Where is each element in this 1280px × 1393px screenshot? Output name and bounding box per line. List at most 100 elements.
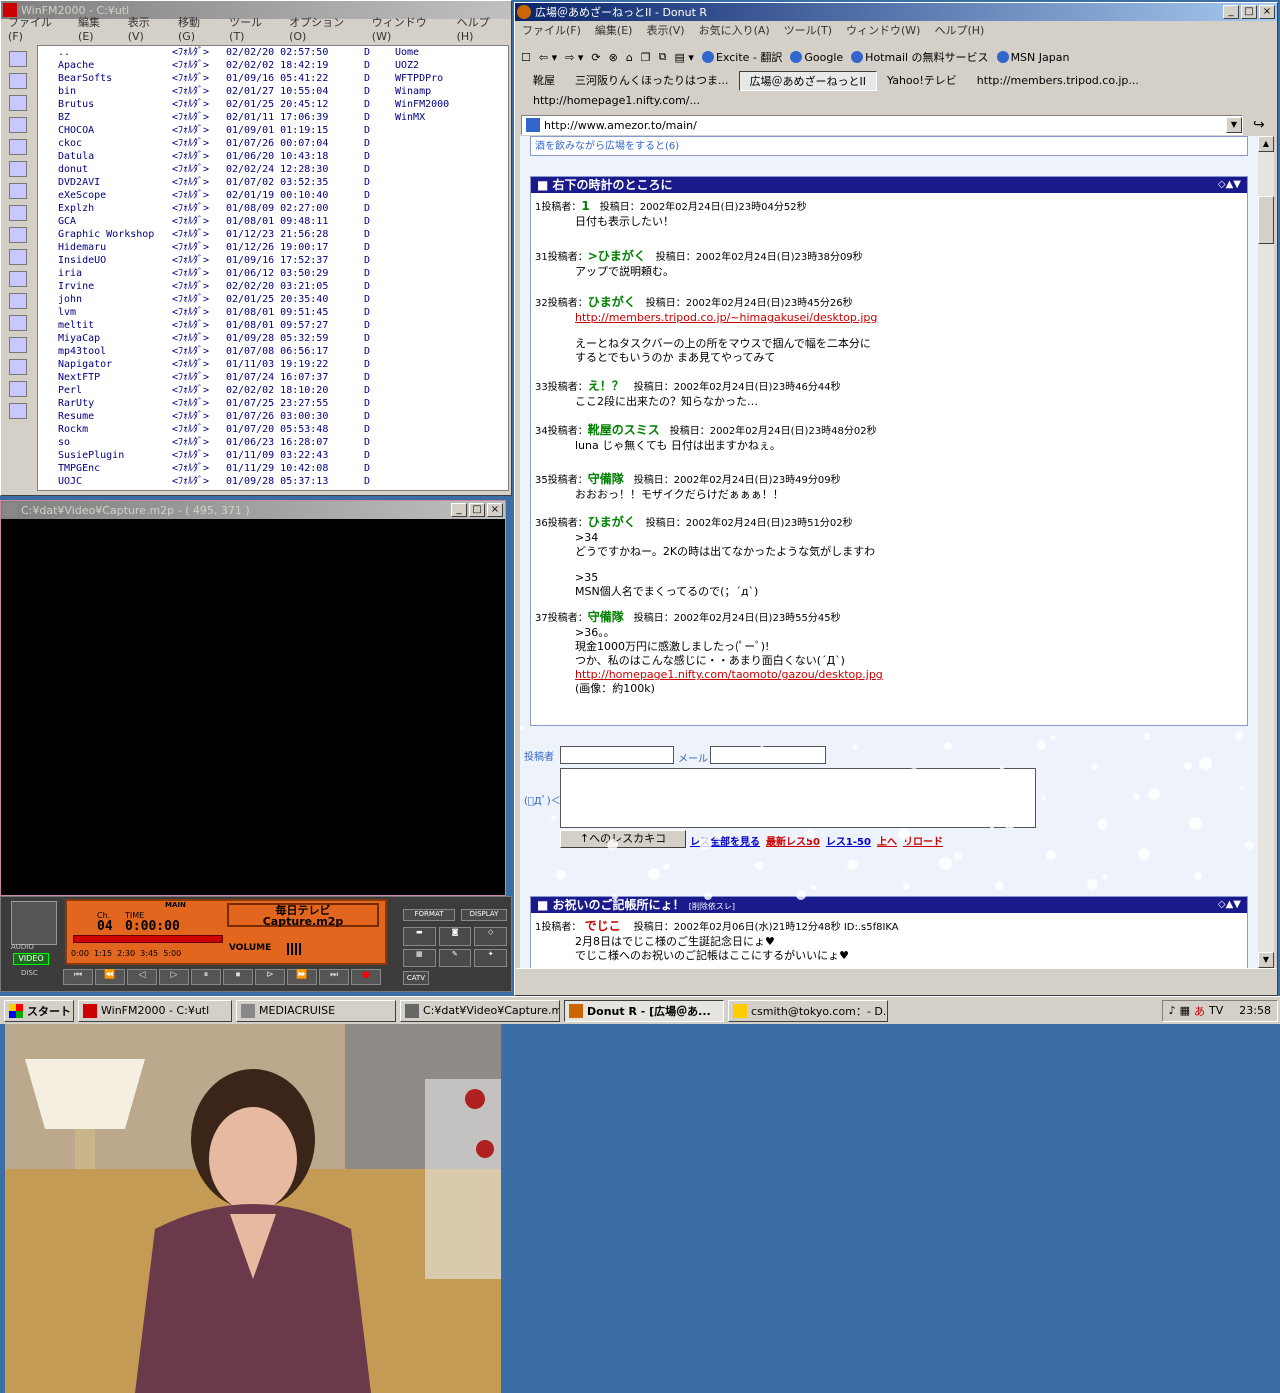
address-bar[interactable]: http://www.amezor.to/main/ ▼ <box>521 115 1243 135</box>
transport-button[interactable]: ● <box>351 969 381 985</box>
file-row[interactable]: Napigator <ﾌｫﾙﾀﾞ> 01/11/03 19:19:22 D <box>38 358 508 371</box>
file-name-col2[interactable]: WFTPDPro <box>395 72 449 85</box>
link-button[interactable]: MSN Japan <box>993 46 1074 68</box>
menu-item[interactable]: オプション(O) <box>282 14 365 43</box>
tool-icon[interactable] <box>9 315 27 331</box>
post-link-text[interactable]: http://homepage1.nifty.com/taomoto/gazou… <box>575 668 883 681</box>
file-row[interactable]: Rockm <ﾌｫﾙﾀﾞ> 01/07/20 05:53:48 D <box>38 423 508 436</box>
file-row[interactable]: meltit <ﾌｫﾙﾀﾞ> 01/08/01 09:57:27 D <box>38 319 508 332</box>
volume-meter[interactable] <box>287 943 301 955</box>
post-link[interactable]: http://homepage1.nifty.com/taomoto/gazou… <box>575 668 883 682</box>
menu-item[interactable]: お気に入り(A) <box>692 22 777 38</box>
maximize-button[interactable]: □ <box>1241 5 1257 19</box>
grid-button[interactable]: ▦ <box>403 948 436 967</box>
fullscreen-button[interactable]: ◇ <box>474 927 507 946</box>
tray-tv[interactable]: TV <box>1209 1004 1223 1017</box>
file-row[interactable]: eXeScope <ﾌｫﾙﾀﾞ> 02/01/19 00:10:40 D <box>38 189 508 202</box>
menu-item[interactable]: ファイル(F) <box>1 14 71 43</box>
settings-button[interactable]: ✦ <box>474 948 507 967</box>
task-button[interactable]: MEDIACRUISE <box>236 999 396 1022</box>
folder-button[interactable]: ▬ <box>403 927 436 946</box>
display-button[interactable]: DISPLAY <box>461 909 507 921</box>
thread2-controls[interactable]: ◇▲▼ <box>1218 897 1241 913</box>
transport-button[interactable]: ⏩ <box>287 969 317 985</box>
file-row[interactable]: lvm <ﾌｫﾙﾀﾞ> 01/08/01 09:51:45 D <box>38 306 508 319</box>
file-row[interactable]: Perl <ﾌｫﾙﾀﾞ> 02/02/02 18:10:20 D <box>38 384 508 397</box>
address-dropdown[interactable]: ▼ <box>1226 117 1242 133</box>
file-row[interactable]: mp43tool <ﾌｫﾙﾀﾞ> 01/07/08 06:56:17 D <box>38 345 508 358</box>
message-textarea[interactable] <box>560 768 1036 828</box>
cascade-icon[interactable]: ⧉ <box>655 46 671 68</box>
lock-icon[interactable]: ⌂ <box>622 46 637 68</box>
tool-icon[interactable] <box>9 205 27 221</box>
menu-item[interactable]: 移動(G) <box>171 14 222 43</box>
tab[interactable]: 三河阪りんくほったりはつま... <box>565 71 739 91</box>
forward-icon[interactable]: ⇨ ▾ <box>561 46 587 68</box>
file-row[interactable]: DVD2AVI <ﾌｫﾙﾀﾞ> 01/07/02 03:52:35 D <box>38 176 508 189</box>
minimize-button[interactable]: _ <box>1223 5 1239 19</box>
new-icon[interactable]: ☐ <box>517 46 535 68</box>
file-row[interactable]: so <ﾌｫﾙﾀﾞ> 01/06/23 16:28:07 D <box>38 436 508 449</box>
link-button[interactable]: Hotmail の無料サービス <box>847 46 992 68</box>
tool-icon[interactable] <box>9 139 27 155</box>
tool-icon[interactable] <box>9 293 27 309</box>
file-row[interactable]: Datula <ﾌｫﾙﾀﾞ> 01/06/20 10:43:18 D <box>38 150 508 163</box>
file-row[interactable]: UOJC <ﾌｫﾙﾀﾞ> 01/09/28 05:37:13 D <box>38 475 508 488</box>
maximize-button[interactable]: □ <box>469 503 485 517</box>
file-name-col2[interactable]: WinMX <box>395 111 449 124</box>
close-button[interactable]: × <box>1259 5 1275 19</box>
tool-icon[interactable] <box>9 117 27 133</box>
mail-input[interactable] <box>710 746 826 764</box>
link-button[interactable]: Google <box>786 46 847 68</box>
ime-icon[interactable]: あ <box>1194 1003 1205 1019</box>
browser-titlebar[interactable]: 広場＠あめざーねっとII - Donut R _ □ × <box>515 3 1277 21</box>
file-row[interactable]: john <ﾌｫﾙﾀﾞ> 02/01/25 20:35:40 D <box>38 293 508 306</box>
file-row[interactable]: MiyaCap <ﾌｫﾙﾀﾞ> 01/09/28 05:32:59 D <box>38 332 508 345</box>
start-button[interactable]: スタート <box>4 999 74 1022</box>
video-titlebar[interactable]: C:¥dat¥Video¥Capture.m2p - ( 495, 371 ) … <box>1 501 505 519</box>
thread1-controls[interactable]: ◇▲▼ <box>1218 177 1241 193</box>
network-icon[interactable]: ▦ <box>1180 1004 1190 1017</box>
task-button[interactable]: WinFM2000 - C:¥utl <box>78 999 232 1022</box>
menu-item[interactable]: ツール(T) <box>777 22 839 38</box>
clock[interactable]: 23:58 <box>1239 1004 1271 1017</box>
file-row[interactable]: Irvine <ﾌｫﾙﾀﾞ> 02/02/20 03:21:05 D <box>38 280 508 293</box>
transport-button[interactable]: ⏪ <box>95 969 125 985</box>
tab[interactable]: http://members.tripod.co.jp... <box>967 71 1149 91</box>
back-icon[interactable]: ⇦ ▾ <box>535 46 561 68</box>
tool-icon[interactable] <box>9 95 27 111</box>
file-row[interactable]: SusiePlugin <ﾌｫﾙﾀﾞ> 01/11/09 03:22:43 D <box>38 449 508 462</box>
transport-button[interactable]: ▷ <box>159 969 189 985</box>
file-name-col2[interactable]: Uome <box>395 46 449 59</box>
file-row[interactable]: CHOCOA <ﾌｫﾙﾀﾞ> 01/09/01 01:19:15 D <box>38 124 508 137</box>
file-row[interactable]: Graphic Workshop <ﾌｫﾙﾀﾞ> 01/12/23 21:56:28… <box>38 228 508 241</box>
menu-item[interactable]: ウィンドウ(W) <box>365 14 450 43</box>
task-button[interactable]: Donut R - [広場＠あ... <box>564 999 724 1022</box>
menu-item[interactable]: 表示(V) <box>639 22 691 38</box>
file-row[interactable]: GCA <ﾌｫﾙﾀﾞ> 01/08/01 09:48:11 D <box>38 215 508 228</box>
tab[interactable]: 広場＠あめざーねっとII <box>738 71 877 91</box>
tool-icon[interactable] <box>9 337 27 353</box>
tool-icon[interactable] <box>9 249 27 265</box>
tile-icon[interactable]: ▤ ▾ <box>671 46 698 68</box>
scroll-up-button[interactable]: ▲ <box>1258 136 1274 152</box>
tool-icon[interactable] <box>9 73 27 89</box>
capture-button[interactable]: ◙ <box>438 927 472 946</box>
menu-item[interactable]: ヘルプ(H) <box>450 14 511 43</box>
file-row[interactable]: RarUty <ﾌｫﾙﾀﾞ> 01/07/25 23:27:55 D <box>38 397 508 410</box>
tool-icon[interactable] <box>9 403 27 419</box>
go-icon[interactable]: ↪ <box>1253 117 1265 133</box>
menu-item[interactable]: 表示(V) <box>121 14 171 43</box>
tool-icon[interactable] <box>9 381 27 397</box>
thread2-small[interactable]: [削除依スレ] <box>689 902 735 911</box>
address-input[interactable]: http://www.amezor.to/main/ <box>544 119 1226 132</box>
format-button[interactable]: FORMAT <box>403 909 455 921</box>
menu-item[interactable]: 編集(E) <box>588 22 640 38</box>
tool-icon[interactable] <box>9 227 27 243</box>
file-name-col2[interactable]: UOZ2 <box>395 59 449 72</box>
transport-button[interactable]: ⊳ <box>255 969 285 985</box>
edit-button[interactable]: ✎ <box>438 948 472 967</box>
seek-bar[interactable] <box>73 935 223 943</box>
file-name-col2[interactable]: Winamp <box>395 85 449 98</box>
menu-item[interactable]: ウィンドウ(W) <box>839 22 927 38</box>
